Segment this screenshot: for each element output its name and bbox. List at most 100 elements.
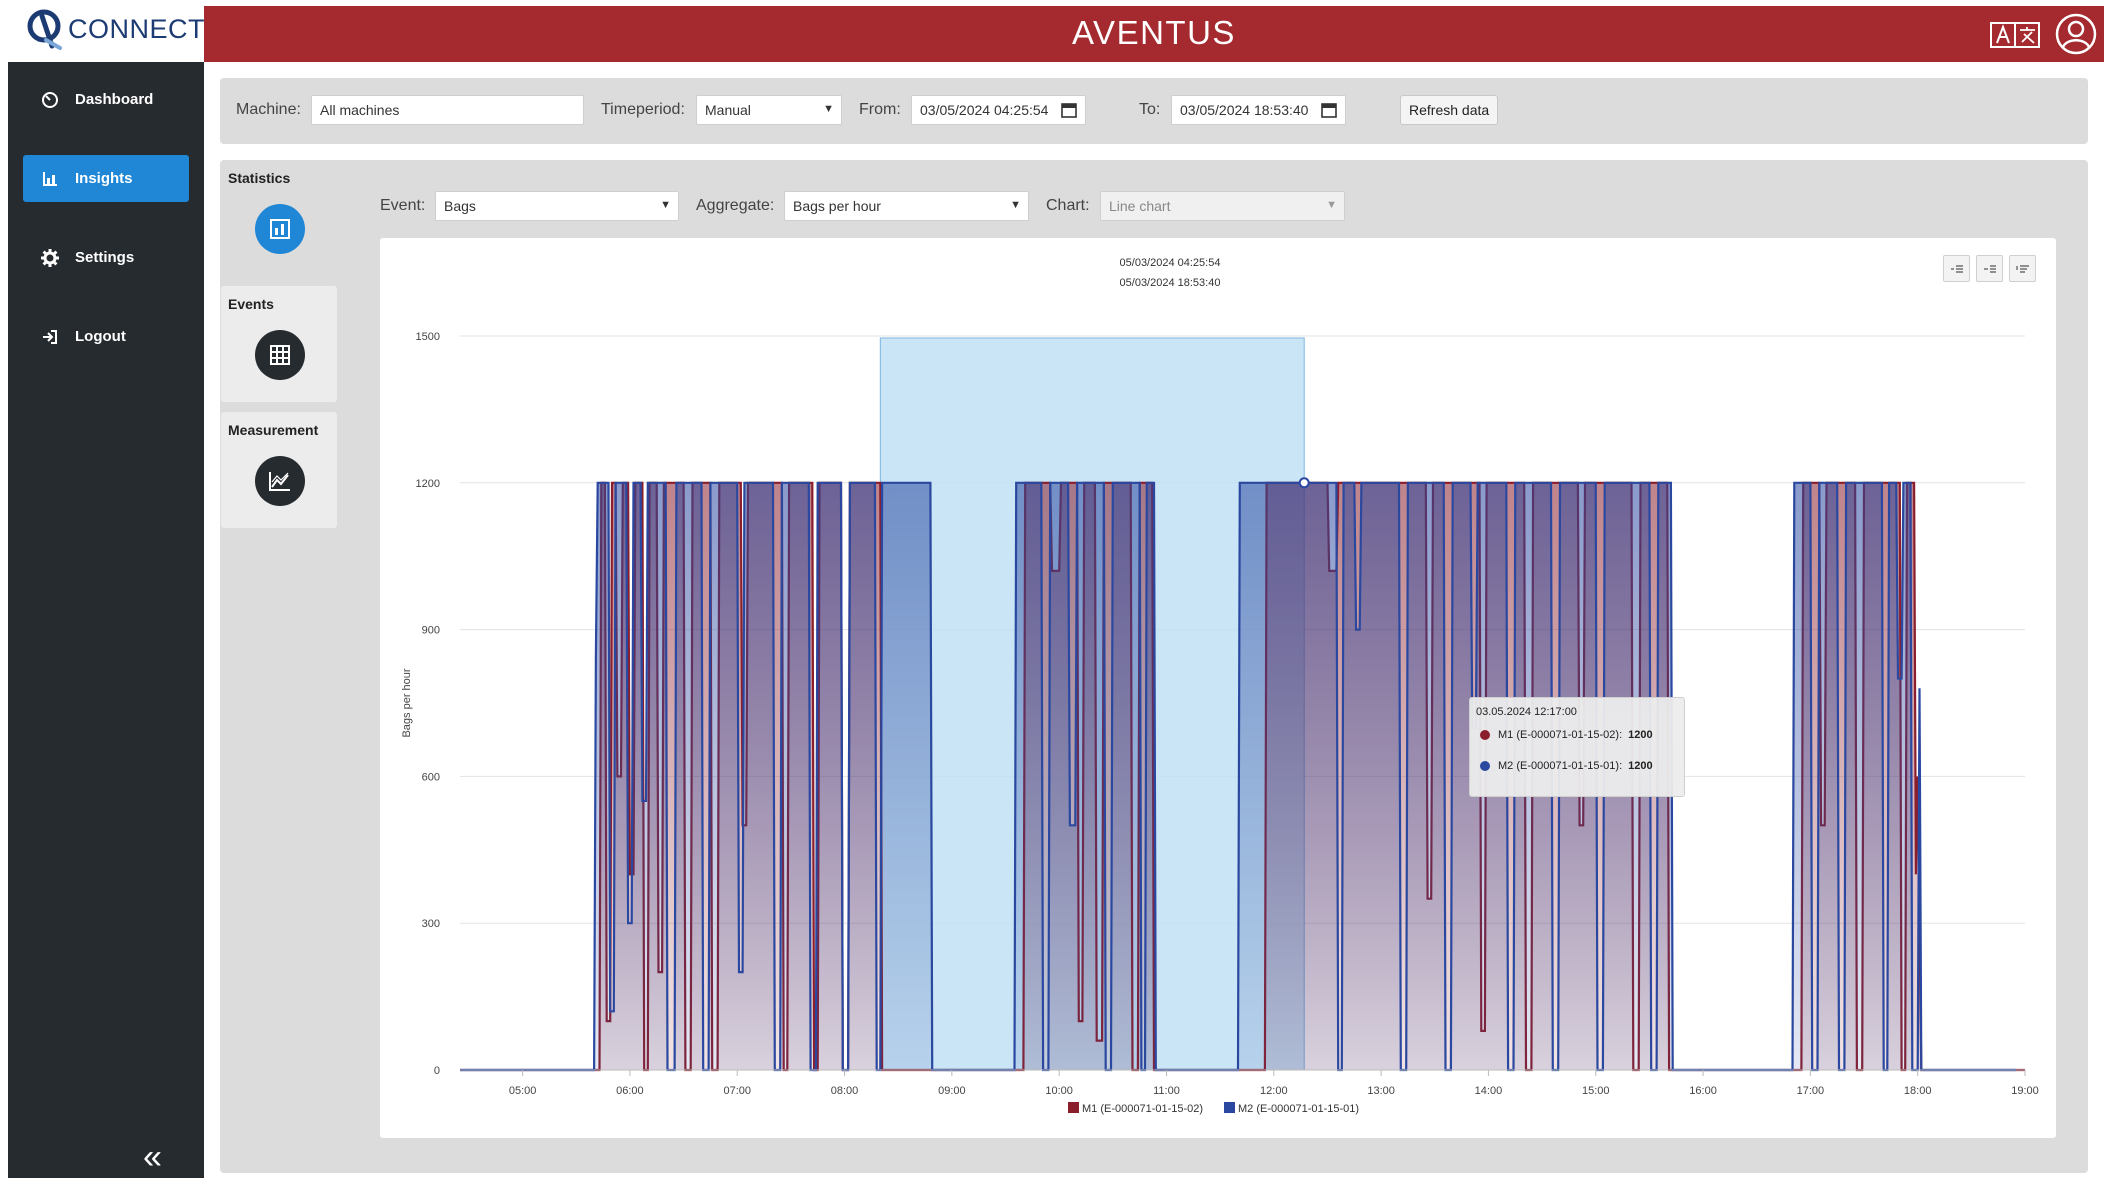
calendar-icon[interactable] [1321,102,1337,118]
y-tick-label: 300 [422,918,440,930]
timeperiod-select[interactable]: Manual ▼ [696,95,842,125]
event-value: Bags [444,198,476,214]
calendar-icon[interactable] [1061,102,1077,118]
language-icon[interactable] [1990,22,2040,48]
brand-name: CONNECT [68,14,205,44]
tab-label: Statistics [228,170,291,186]
x-tick-label: 19:00 [2011,1085,2039,1097]
chart-title-line: 05/03/2024 18:53:40 [1120,277,1221,289]
to-value: 03/05/2024 18:53:40 [1180,102,1309,118]
aggregate-label: Aggregate: [696,197,775,214]
to-label: To: [1139,101,1161,118]
chart-title-line: 05/03/2024 04:25:54 [1120,257,1221,269]
chevron-down-icon: ▼ [1326,199,1337,211]
from-date-input[interactable]: 03/05/2024 04:25:54 [911,95,1086,125]
collapse-sidebar-icon[interactable]: « [143,1140,162,1174]
tooltip-row-m1: M1 (E-000071-01-15-02): 1200 [1480,729,1653,741]
y-tick-label: 1200 [416,478,440,490]
timeperiod-value: Manual [705,102,751,118]
reset-zoom-icon[interactable] [2009,255,2036,282]
timeperiod-label: Timeperiod: [601,101,685,118]
bar-chart-icon [39,168,61,190]
legend-swatch-1[interactable] [1068,1102,1079,1113]
tooltip-series: M1 (E-000071-01-15-02) [1498,729,1620,741]
tab-measurement[interactable]: Measurement [221,412,337,528]
machine-value: All machines [320,102,400,118]
chart-type-label: Chart: [1046,197,1090,214]
from-label: From: [859,101,901,118]
x-tick-label: 15:00 [1582,1085,1610,1097]
y-tick-label: 1500 [416,331,440,343]
y-tick-label: 900 [422,625,440,637]
machine-label: Machine: [236,101,301,118]
tooltip-value: 1200 [1628,729,1653,741]
tooltip-time: 03.05.2024 12:17:00 [1476,706,1577,718]
chart-tooltip: 03.05.2024 12:17:00 M1 (E-000071-01-15-0… [1469,697,1685,797]
tab-label: Events [228,296,274,312]
measurement-icon[interactable] [255,456,305,506]
x-tick-label: 08:00 [831,1085,859,1097]
zoom-in-icon[interactable] [1943,255,1970,282]
x-tick-label: 18:00 [1904,1085,1932,1097]
statistics-icon[interactable] [255,204,305,254]
m2-dot-icon [1480,761,1490,771]
x-tick-label: 07:00 [723,1085,751,1097]
x-tick-label: 11:00 [1153,1085,1180,1097]
pan-icon[interactable] [1976,255,2003,282]
legend-label-2[interactable]: M2 (E-000071-01-15-01) [1238,1103,1359,1115]
x-tick-label: 16:00 [1689,1085,1717,1097]
brand-logo[interactable]: CONNECT [8,0,205,62]
chart-type-value: Line chart [1109,198,1171,214]
chevron-down-icon: ▼ [823,103,834,115]
x-tick-label: 06:00 [616,1085,644,1097]
y-tick-label: 0 [434,1065,440,1077]
sidebar-item-label: Settings [75,249,135,266]
x-tick-label: 12:00 [1260,1085,1288,1097]
chevron-down-icon: ▼ [660,199,671,211]
gear-icon [39,247,61,269]
dashboard-icon [39,89,61,111]
to-date-input[interactable]: 03/05/2024 18:53:40 [1171,95,1346,125]
x-tick-label: 13:00 [1367,1085,1395,1097]
refresh-data-button[interactable]: Refresh data [1400,95,1499,125]
sidebar-item-settings[interactable]: Settings [23,234,189,281]
table-icon[interactable] [255,330,305,380]
tab-events[interactable]: Events [221,286,337,402]
y-tick-label: 600 [422,771,440,783]
from-value: 03/05/2024 04:25:54 [920,102,1049,118]
aggregate-value: Bags per hour [793,198,881,214]
tab-statistics[interactable]: Statistics [221,160,348,278]
tab-label: Measurement [228,422,319,438]
aggregate-select[interactable]: Bags per hour ▼ [784,191,1029,221]
machine-input[interactable]: All machines [311,95,584,125]
event-select[interactable]: Bags ▼ [435,191,679,221]
m1-dot-icon [1480,730,1490,740]
sidebar-item-label: Logout [75,328,126,345]
user-account-icon[interactable] [2054,12,2098,56]
sidebar-item-logout[interactable]: Logout [23,313,189,360]
y-axis-label: Bags per hour [401,668,413,737]
sidebar-item-insights[interactable]: Insights [23,155,189,202]
sidebar-item-label: Insights [75,170,133,187]
sidebar: CONNECT Dashboard Insights Settings Logo… [8,0,205,1178]
chart-card: 0 300 600 900 1200 1500 Bags per hour 05/03/202… [380,238,2056,1138]
app-header: AVENTUS [204,6,2104,62]
line-chart[interactable]: 0 300 600 900 1200 1500 Bags per hour 05/03/202… [380,238,2056,1138]
event-label: Event: [380,197,426,214]
chart-type-select[interactable]: Line chart ▼ [1100,191,1345,221]
sidebar-item-label: Dashboard [75,91,154,108]
tooltip-value: 1200 [1628,760,1653,772]
sidebar-item-dashboard[interactable]: Dashboard [23,76,189,123]
legend-swatch-2[interactable] [1224,1102,1235,1113]
hover-marker [1298,477,1310,489]
q-logo-icon [27,9,62,50]
x-tick-label: 05:00 [509,1085,537,1097]
x-tick-label: 10:00 [1045,1085,1073,1097]
x-tick-label: 09:00 [938,1085,966,1097]
legend-label-1[interactable]: M1 (E-000071-01-15-02) [1082,1103,1203,1115]
x-tick-label: 17:00 [1797,1085,1825,1097]
tooltip-series: M2 (E-000071-01-15-01) [1498,760,1620,772]
aventus-logo: AVENTUS [1072,14,1236,51]
tooltip-row-m2: M2 (E-000071-01-15-01): 1200 [1480,760,1653,772]
chevron-down-icon: ▼ [1010,199,1021,211]
